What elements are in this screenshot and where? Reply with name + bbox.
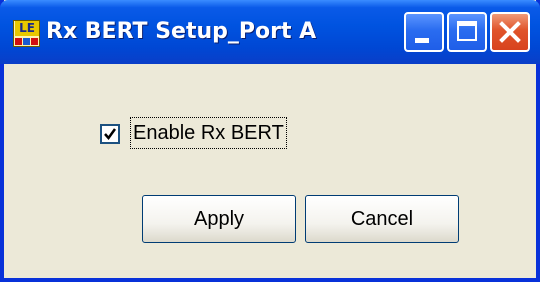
enable-rx-bert-label[interactable]: Enable Rx BERT	[130, 117, 287, 149]
app-icon-stripe	[15, 38, 22, 45]
rx-bert-setup-dialog: LE Rx BERT Setup_Port A Enable Rx BERT A…	[0, 0, 540, 282]
apply-button[interactable]: Apply	[142, 195, 296, 243]
maximize-button[interactable]	[447, 12, 487, 52]
checkmark-icon	[104, 128, 117, 141]
cancel-button[interactable]: Cancel	[305, 195, 459, 243]
app-icon-lettering: LE	[15, 21, 39, 36]
minimize-icon	[415, 38, 429, 43]
title-bar[interactable]: LE Rx BERT Setup_Port A	[0, 0, 540, 64]
minimize-button[interactable]	[404, 12, 444, 52]
app-icon[interactable]: LE	[13, 20, 40, 47]
app-icon-stripe	[31, 38, 38, 45]
enable-rx-bert-checkbox[interactable]	[100, 124, 120, 144]
window-title: Rx BERT Setup_Port A	[46, 19, 317, 44]
maximize-icon	[457, 21, 477, 41]
app-icon-stripe	[23, 38, 30, 45]
close-icon	[499, 21, 521, 43]
close-button[interactable]	[490, 12, 530, 52]
